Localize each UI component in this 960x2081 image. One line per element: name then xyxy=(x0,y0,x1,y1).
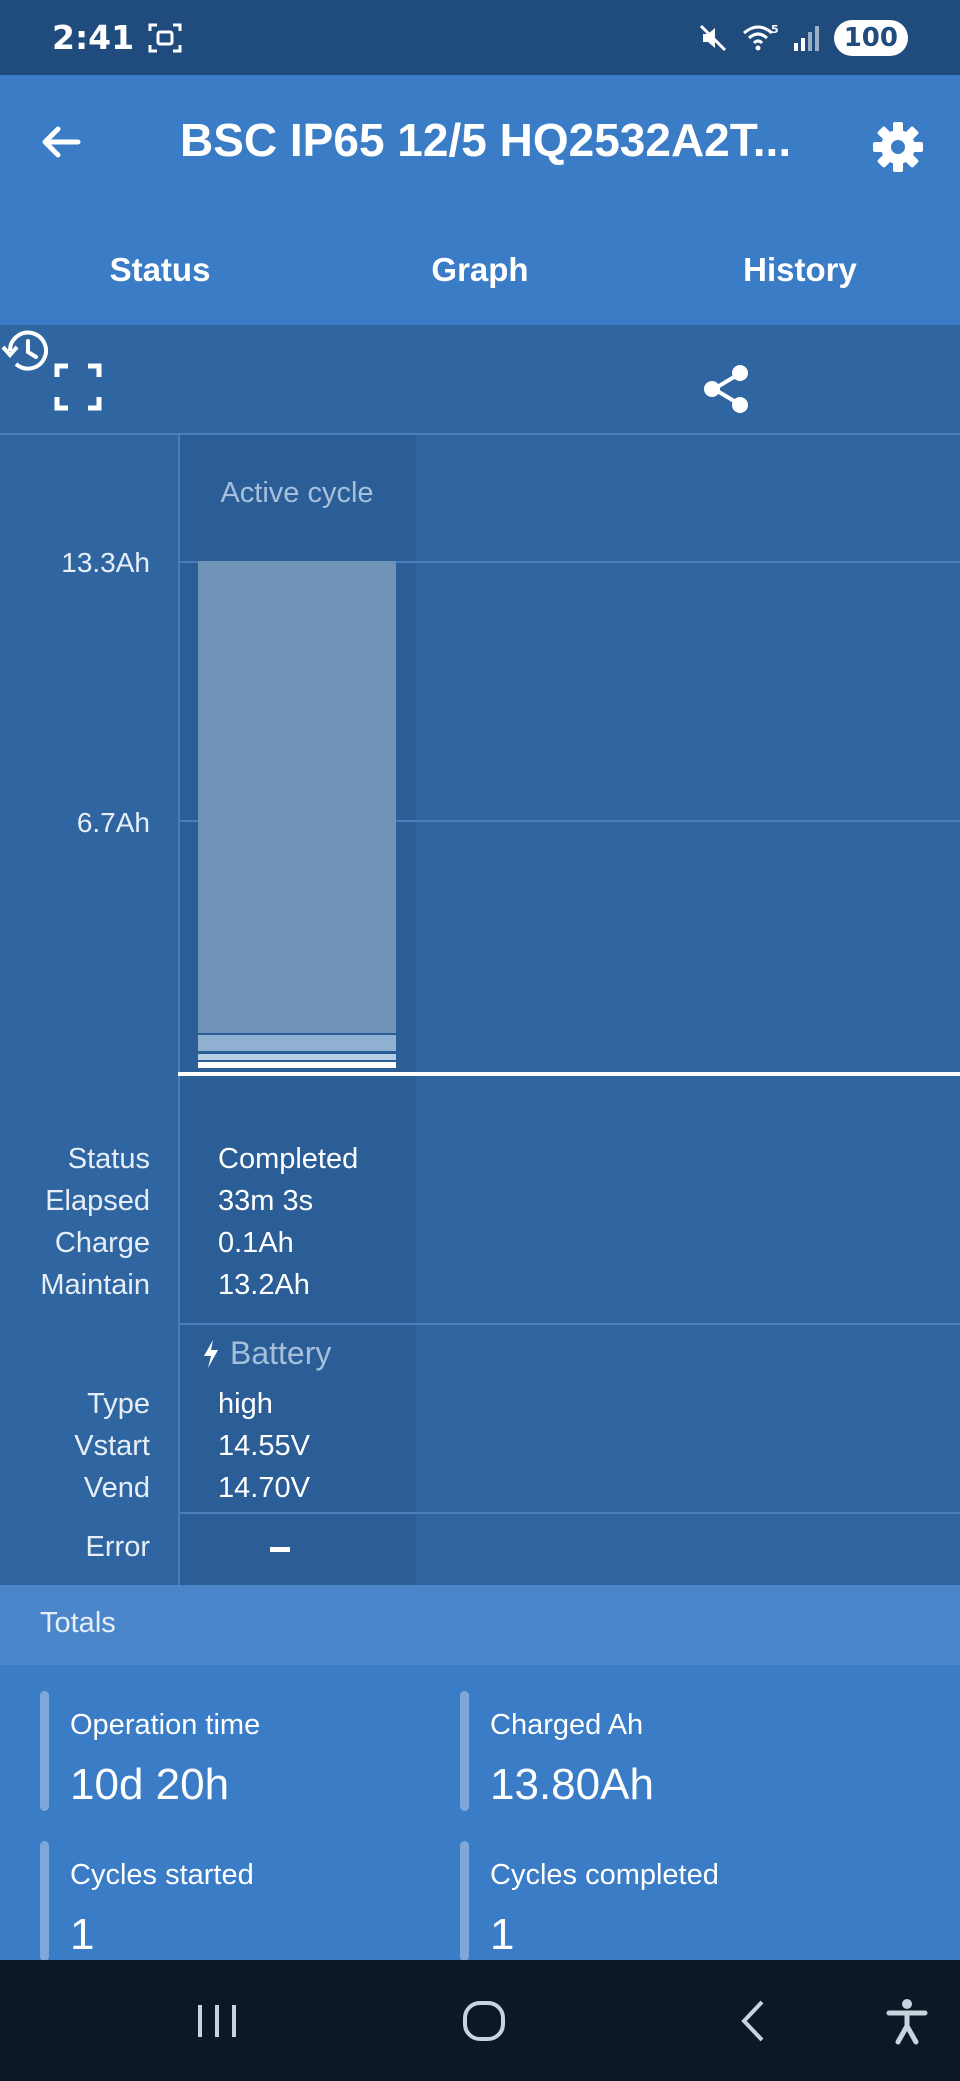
row-value-maintain: 13.2Ah xyxy=(218,1269,310,1301)
graph-baseline xyxy=(178,1072,960,1076)
wifi-icon: 5 xyxy=(742,23,778,50)
row-value-vend: 14.70V xyxy=(218,1472,310,1504)
battery-header: Battery xyxy=(202,1335,331,1372)
row-label-maintain: Maintain xyxy=(40,1269,150,1301)
stat-operation-time: Operation time 10d 20h xyxy=(40,1691,440,1841)
stat-accent xyxy=(460,1691,469,1811)
clock: 2:41 xyxy=(52,18,135,57)
row-value-charge: 0.1Ah xyxy=(218,1227,294,1259)
app-bar: BSC IP65 12/5 HQ2532A2T... Status Graph … xyxy=(0,75,960,325)
divider-battery xyxy=(180,1323,960,1325)
stat-accent xyxy=(40,1841,49,1960)
charge-bar-segment xyxy=(198,1054,396,1060)
svg-text:5: 5 xyxy=(771,23,778,36)
y-label-top: 13.3Ah xyxy=(61,547,150,578)
row-label-type: Type xyxy=(87,1388,150,1420)
screenshot-icon xyxy=(148,23,182,52)
tab-history[interactable]: History xyxy=(640,240,960,325)
row-label-charge: Charge xyxy=(54,1227,150,1259)
row-label-vend: Vend xyxy=(83,1472,150,1504)
stat-cycles-completed: Cycles completed 1 xyxy=(460,1841,860,1960)
graph-toolbar xyxy=(0,325,960,435)
home-icon[interactable] xyxy=(460,1996,510,2046)
share-icon[interactable] xyxy=(700,363,752,415)
bolt-icon xyxy=(204,1339,218,1368)
system-status-bar: 2:41 5 100 xyxy=(0,0,960,75)
battery-level: 100 xyxy=(833,19,908,56)
back-nav-icon[interactable] xyxy=(730,1996,780,2046)
stat-label: Charged Ah xyxy=(490,1709,644,1741)
row-label-error: Error xyxy=(85,1531,150,1563)
axis-line xyxy=(178,435,180,1585)
row-value-type: high xyxy=(218,1388,273,1420)
history-icon[interactable] xyxy=(0,325,52,377)
stat-cycles-started: Cycles started 1 xyxy=(40,1841,440,1960)
gear-icon[interactable] xyxy=(870,119,926,175)
row-label-elapsed: Elapsed xyxy=(45,1185,150,1217)
battery-header-label: Battery xyxy=(230,1335,332,1371)
stat-value: 13.80Ah xyxy=(490,1760,654,1809)
stat-value: 1 xyxy=(70,1910,95,1959)
error-dash xyxy=(270,1547,290,1552)
y-label-mid: 6.7Ah xyxy=(76,807,150,838)
signal-icon xyxy=(793,25,819,51)
system-nav-bar xyxy=(0,1960,960,2081)
accessibility-icon[interactable] xyxy=(882,1996,932,2046)
stat-value: 10d 20h xyxy=(70,1760,230,1809)
expand-icon[interactable] xyxy=(54,363,102,411)
row-value-elapsed: 33m 3s xyxy=(218,1185,314,1217)
cycle-graph: Active cycle 13.3Ah 6.7Ah Status Complet… xyxy=(0,435,960,1585)
stat-label: Operation time xyxy=(70,1709,261,1741)
totals-header: Totals xyxy=(0,1585,960,1665)
maintain-bar xyxy=(198,561,396,1033)
row-label-status: Status xyxy=(67,1143,150,1175)
tab-status[interactable]: Status xyxy=(0,240,320,325)
divider-error xyxy=(180,1512,960,1514)
row-value-status: Completed xyxy=(218,1143,359,1175)
row-value-vstart: 14.55V xyxy=(218,1430,310,1462)
row-label-vstart: Vstart xyxy=(74,1430,150,1462)
recent-apps-icon[interactable] xyxy=(192,1996,242,2046)
tab-graph[interactable]: Graph xyxy=(320,240,640,325)
tab-bar: Status Graph History xyxy=(0,240,960,325)
arrow-left-icon[interactable] xyxy=(36,117,86,167)
stat-charged-ah: Charged Ah 13.80Ah xyxy=(460,1691,860,1841)
stat-label: Cycles started xyxy=(70,1859,254,1891)
stat-label: Cycles completed xyxy=(490,1859,719,1891)
totals-panel: Operation time 10d 20h Charged Ah 13.80A… xyxy=(0,1665,960,1960)
stat-value: 1 xyxy=(490,1910,515,1959)
bulk-bar-segment xyxy=(198,1062,396,1068)
stat-accent xyxy=(460,1841,469,1960)
stat-accent xyxy=(40,1691,49,1811)
active-cycle-label: Active cycle xyxy=(220,477,374,509)
charge-bar xyxy=(198,1035,396,1051)
mute-icon xyxy=(699,24,726,51)
page-title: BSC IP65 12/5 HQ2532A2T... xyxy=(180,114,792,166)
